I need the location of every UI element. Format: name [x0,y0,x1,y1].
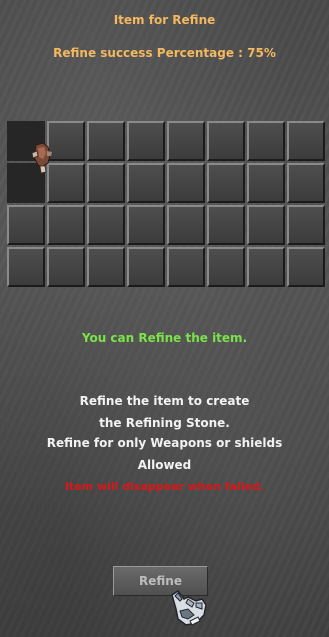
inventory-slot[interactable] [247,247,285,287]
inventory-slot[interactable] [207,205,245,245]
inventory-slot[interactable] [167,121,205,161]
inventory-slot[interactable] [47,205,85,245]
inventory-slot[interactable] [207,121,245,161]
inventory-slot[interactable] [87,163,125,203]
inventory-slot[interactable] [287,121,325,161]
panel-title: Item for Refine [113,13,216,27]
inventory-slot[interactable] [167,205,205,245]
description-line: Refine for only Weapons or shields [46,436,283,450]
inventory-slot[interactable] [7,247,45,287]
inventory-slot[interactable] [87,205,125,245]
description-line: Refine the item to create [79,394,250,408]
inventory-slot[interactable] [207,163,245,203]
inventory-slot[interactable] [207,247,245,287]
inventory-slot[interactable] [247,205,285,245]
inventory-slot[interactable] [127,205,165,245]
inventory-slot[interactable] [87,247,125,287]
inventory-slot[interactable] [247,121,285,161]
inventory-slot[interactable] [287,163,325,203]
gauntlet-cursor-icon [171,589,207,626]
inventory-slot[interactable] [167,247,205,287]
inventory-slot[interactable] [7,205,45,245]
refine-panel: Item for Refine Refine success Percentag… [0,0,329,637]
inventory-slot[interactable] [127,247,165,287]
inventory-slot[interactable] [247,163,285,203]
inventory-slot[interactable] [127,163,165,203]
description-line: the Refining Stone. [99,416,230,430]
failure-warning: Item will disappear when failed. [64,480,265,493]
inventory-slot[interactable] [127,121,165,161]
hand-equipment-icon[interactable] [28,141,56,175]
refine-status-message: You can Refine the item. [81,331,248,345]
inventory-slot[interactable] [167,163,205,203]
inventory-slot[interactable] [287,205,325,245]
inventory-slot[interactable] [287,247,325,287]
inventory-slot[interactable] [47,247,85,287]
success-rate-label: Refine success Percentage : 75% [53,46,276,60]
description-line: Allowed [137,458,192,472]
inventory-slot[interactable] [87,121,125,161]
